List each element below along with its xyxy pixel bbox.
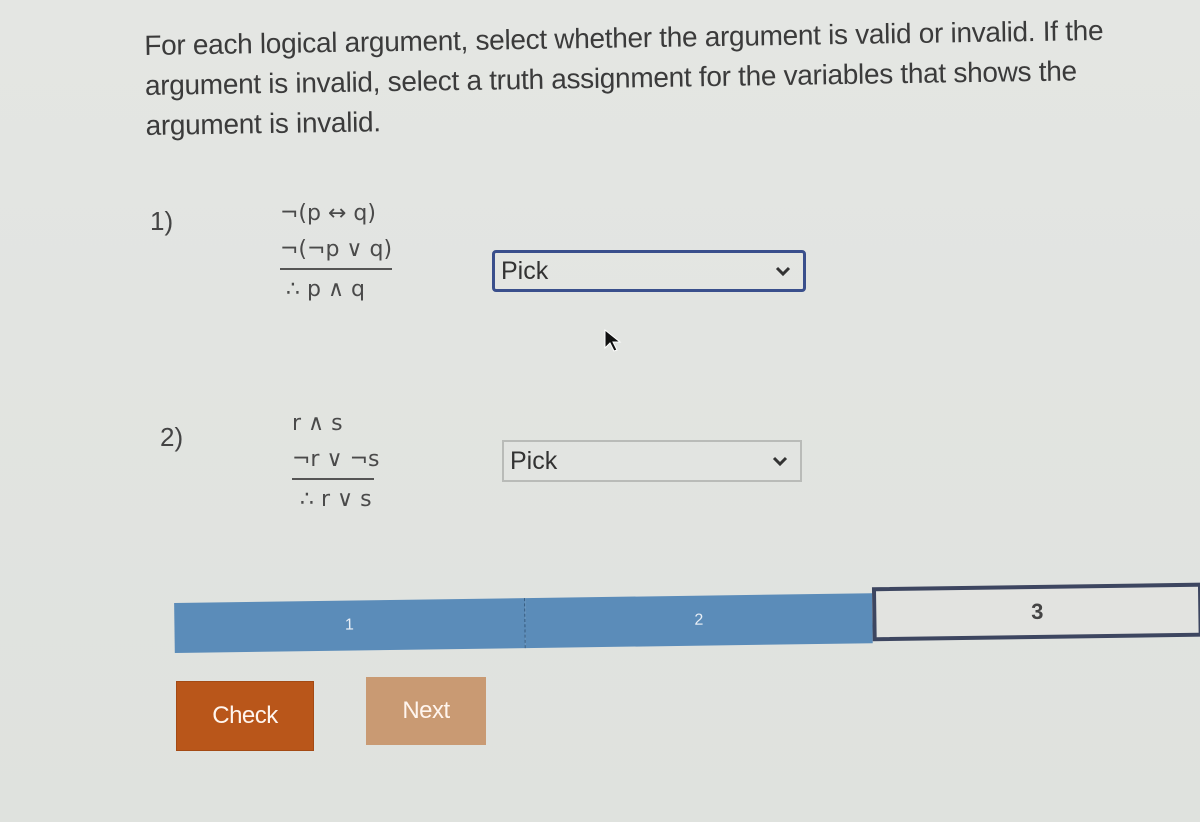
conclusion: ∴ r ∨ s xyxy=(300,487,372,512)
question-2-argument: r ∧ s ¬r ∨ ¬s ∴ r ∨ s xyxy=(292,406,380,518)
question-2-select[interactable]: Pick xyxy=(502,440,802,482)
question-1-select[interactable]: Pick xyxy=(492,250,806,292)
mouse-cursor-icon xyxy=(604,329,622,352)
instructions-text: For each logical argument, select whethe… xyxy=(144,14,1104,141)
question-progress-bar: 1 2 3 xyxy=(174,581,1200,655)
progress-segment-label: 1 xyxy=(344,616,355,634)
select-value: Pick xyxy=(510,446,558,475)
chevron-down-icon xyxy=(771,259,795,283)
chevron-down-icon xyxy=(768,449,792,473)
question-1-argument: ¬(p ↔ q) ¬(¬p ∨ q) ∴ p ∧ q xyxy=(280,196,392,308)
argument-divider xyxy=(292,478,374,480)
question-1-number: 1) xyxy=(150,206,174,236)
premise-2: ¬(¬p ∨ q) xyxy=(280,237,393,262)
premise-2: ¬r ∨ ¬s xyxy=(292,447,380,472)
progress-segment-label: 3 xyxy=(1031,598,1044,625)
progress-segment-2[interactable]: 2 xyxy=(525,593,873,649)
progress-segment-3-current[interactable]: 3 xyxy=(871,582,1200,642)
premise-1: ¬(p ↔ q) xyxy=(280,201,376,226)
check-button[interactable]: Check xyxy=(176,681,314,751)
premise-1: r ∧ s xyxy=(292,411,343,436)
progress-segment-1[interactable]: 1 xyxy=(174,598,526,653)
select-value: Pick xyxy=(501,256,549,285)
question-2-number: 2) xyxy=(160,422,184,452)
progress-segment-label: 2 xyxy=(694,611,704,629)
argument-divider xyxy=(280,268,392,270)
next-button[interactable]: Next xyxy=(366,677,486,745)
conclusion: ∴ p ∧ q xyxy=(286,277,366,302)
